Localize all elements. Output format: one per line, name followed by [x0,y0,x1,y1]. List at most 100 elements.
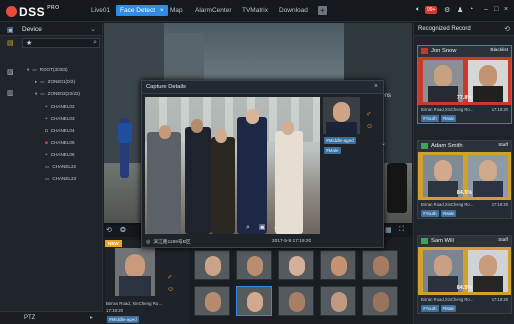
close-button[interactable]: × [504,6,508,13]
tab-live01[interactable]: Live01 [91,7,110,14]
search-icon[interactable]: ⌕ [246,224,250,231]
star-icon[interactable]: ★ [26,39,32,47]
image-icon[interactable]: ▣ [259,224,266,231]
maximize-button[interactable]: □ [494,6,498,13]
tree-node-label: CHANEL23 [52,176,77,181]
playback-icon[interactable]: ⟲ [106,226,112,234]
capture-time: 17:19:20 [106,308,124,313]
capture-thumbnail[interactable] [362,286,398,316]
tree-node-label: ZONE01(0/2) [47,79,75,84]
location-icon: ◎ [146,240,151,245]
tree-node-label: CHANEL04 [50,128,75,133]
tab-close-icon[interactable]: × [160,7,164,14]
record-tags: #Youth #Male [421,210,458,217]
record-name: Sam Will [431,238,454,244]
staff-icon [421,238,428,244]
tree-channel-item[interactable]: ◓ CHANEL02 [45,104,75,109]
device-search-input[interactable]: ★ ⌕ [22,38,100,48]
new-badge: NEW [105,240,122,247]
record-tags: #Youth #Male [421,305,458,312]
app-edition: PRO [47,5,60,11]
dome-camera-icon: ◓ [45,104,48,109]
gender-tag: #Male [440,115,457,122]
user-icon[interactable]: ♟︎ [457,6,463,14]
capture-thumbnail[interactable] [362,250,398,280]
record-address: Bin'an Road,XinCheng Ro... [421,297,474,302]
face-library-icon[interactable]: ▨ [7,68,14,76]
recognized-record-card[interactable]: Sam Will Staff 84.5% Bin'an Road,XinChen… [417,235,512,314]
ptz-panel-toggle[interactable]: PTZ ▸ [0,311,103,324]
dialog-header: Capture Details × [142,81,383,94]
staff-icon [421,143,428,149]
capture-details-dialog: Capture Details × ⌕ ▣ ⤢ ⤓ ◎ 滨江路1199号B区 2017-… [141,80,384,248]
refresh-icon[interactable]: ⟲ [504,25,510,33]
dashboard-icon[interactable]: ◔ [469,6,473,13]
capture-thumbnail[interactable] [320,286,356,316]
tree-collapse-icon[interactable]: ▾ [27,67,29,73]
top-bar: DSS PRO Live01 Face Detect × Map AlarmCen… [0,0,514,22]
capture-thumbnail[interactable] [320,250,356,280]
tab-download[interactable]: Download [279,7,308,14]
record-meta: Bin'an Road,XinCheng Ro... 17:19:20 #You… [418,200,511,218]
capture-thumbnail[interactable] [194,286,230,316]
capture-thumbnail[interactable] [278,286,314,316]
record-tags: #Youth #Male [421,115,458,122]
search-icon[interactable]: ⌕ [93,39,97,47]
tree-node-root[interactable]: ▾ ▭ ROOT(3/303) [27,67,67,73]
dialog-title: Capture Details [146,84,186,90]
capture-thumbnail[interactable] [194,250,230,280]
gear-icon[interactable]: ⚙︎ [444,6,450,14]
add-tab-button[interactable]: + [318,6,327,15]
device-icon: ▣ [7,27,14,34]
capture-timestamp: 2017-5-9 17:19:20 [272,239,312,244]
app-name: DSS [19,5,46,19]
download-icon[interactable]: ⤓ [289,224,292,231]
capture-thumbnail[interactable] [236,250,272,280]
fullscreen-icon[interactable]: ⛶ [399,226,404,234]
tree-channel-item[interactable]: ◘ CHANEL04 [45,128,75,133]
tree-node-label: CHANEL05 [50,140,75,145]
split-screen-icon[interactable]: ▦ [385,226,392,234]
tree-channel-item[interactable]: ◓ CHANEL06 [45,152,75,157]
blacklist-icon [421,48,428,54]
similarity-score: 77.8% [456,95,473,101]
chevron-right-icon[interactable]: ▸ [90,314,93,321]
tab-alarmcenter[interactable]: AlarmCenter [195,7,231,14]
tree-node-zone01[interactable]: ▸ ▭ ZONE01(0/2) [35,79,75,85]
speaker-icon[interactable]: 🔈︎ [416,6,420,14]
tree-channel-item[interactable]: ◓ CHANEL03 [45,116,75,121]
similarity-score: 84.5% [456,190,473,196]
record-header: Adam Smith Staff [418,141,511,152]
record-meta: Bin'an Road,XinCheng Ro... 17:19:20 #You… [418,105,511,123]
tree-expand-icon[interactable]: ▸ [35,79,37,85]
face-detect-icon[interactable]: ❂ [120,226,126,234]
gender-tag: #Male [440,210,457,217]
chevron-down-icon[interactable]: ⌄ [90,25,96,33]
recognized-record-card[interactable]: Adam Smith Staff 84.5% Bin'an Road,XinCh… [417,140,512,219]
age-tag: #Youth [421,115,439,122]
close-icon[interactable]: × [374,83,378,90]
tab-tvmatrix[interactable]: TVMatrix [242,7,268,14]
tab-map[interactable]: Map [170,7,183,14]
capture-thumbnail-selected[interactable] [236,286,272,316]
tab-face-detect[interactable]: Face Detect × [116,5,168,16]
tree-collapse-icon[interactable]: ▾ [35,91,37,97]
favorites-icon[interactable]: ▤ [7,39,14,47]
capture-location-text: 滨江路1199号B区 [153,240,191,245]
minimize-button[interactable]: – [484,6,488,13]
tree-node-label: CHANEL06 [50,152,75,157]
expand-icon[interactable]: ⤢ [275,224,281,231]
popup-collapse-icon[interactable]: ⌄ [381,140,386,147]
record-header: Jon Snow Blacklist [418,46,511,57]
recognized-title: Recognized Record [418,26,471,32]
device-panel: ▣ Device ⌄ ▤ ▨ ▥ ★ ⌕ ▾ ▭ ROOT(3/303) ▸ ▭ ZON… [0,23,103,324]
tree-channel-item[interactable]: ◙ CHANEL05 [45,140,75,145]
tree-channel-item[interactable]: ▭ CHANEL23 [45,176,76,182]
tree-node-zone02[interactable]: ▾ ▭ ZONE02(22/22) [35,91,80,97]
tree-channel-item[interactable]: ▭ CHANEL22 [45,164,76,170]
report-icon[interactable]: ▥ [7,89,14,97]
capture-thumbnail[interactable] [278,250,314,280]
recognized-record-card[interactable]: Jon Snow Blacklist 77.8% Bin'an Road,Xin… [417,45,512,124]
device-panel-title: Device [22,26,42,33]
alarm-count-badge[interactable]: 99+ [425,6,438,14]
